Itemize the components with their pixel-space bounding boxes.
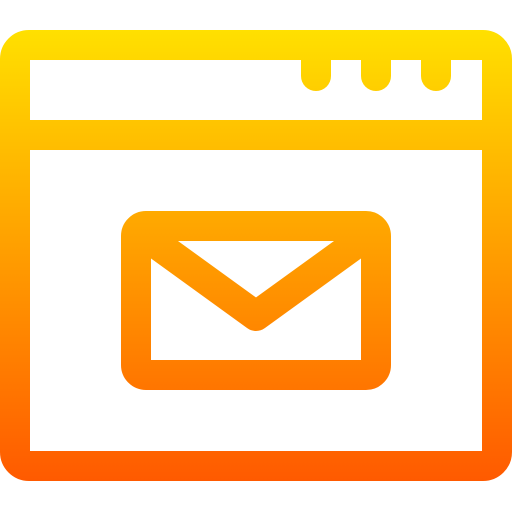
envelope-flap — [125, 217, 387, 331]
window-frame — [0, 30, 512, 481]
browser-window-mail-icon — [0, 30, 512, 481]
icon-canvas — [0, 0, 512, 512]
window-controls — [301, 45, 451, 91]
envelope-icon — [121, 211, 391, 390]
